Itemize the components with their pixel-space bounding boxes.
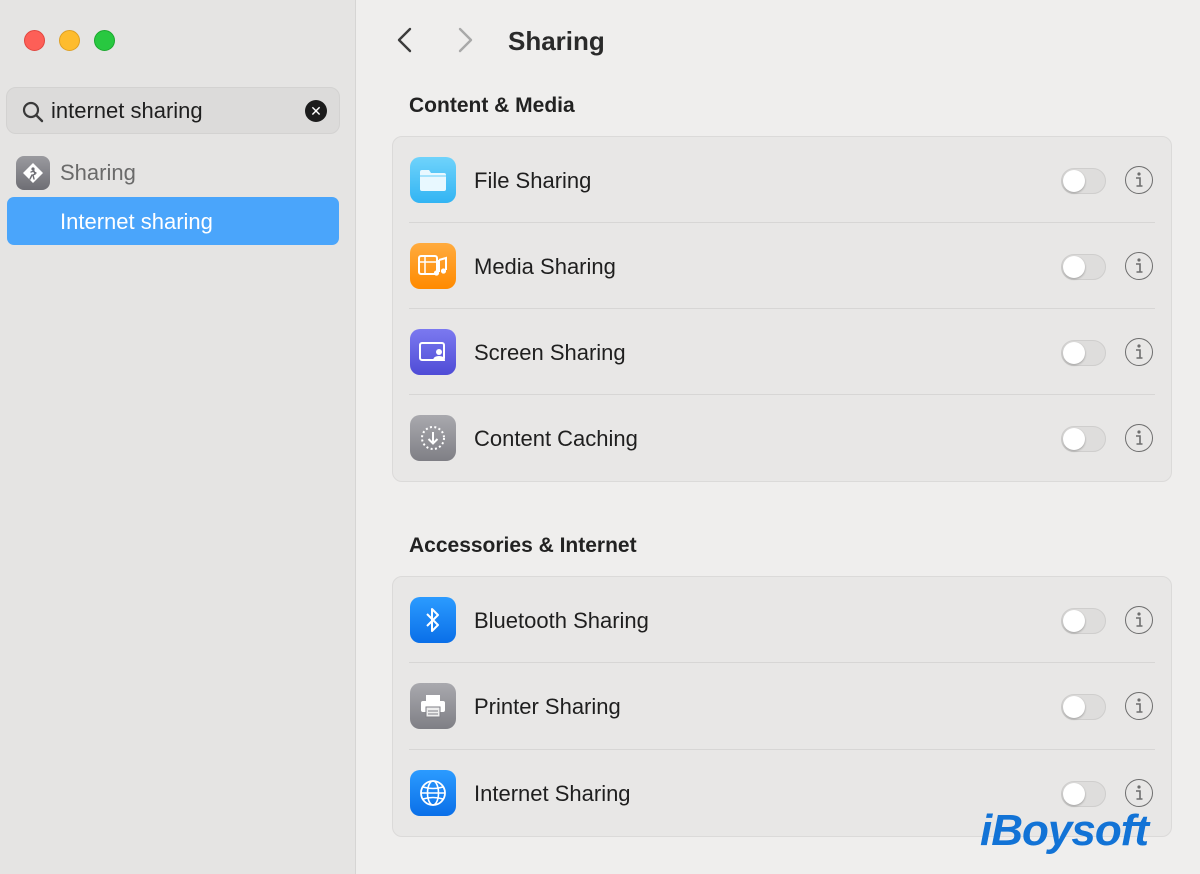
list-row-file-sharing[interactable]: File Sharing xyxy=(393,137,1171,223)
page-title: Sharing xyxy=(508,26,605,56)
info-icon[interactable] xyxy=(1125,424,1153,452)
sidebar-item-label: Internet sharing xyxy=(60,209,213,234)
watermark-logo: iBoysoft xyxy=(980,806,1149,855)
section-title-content-media: Content & Media xyxy=(409,94,575,117)
info-icon[interactable] xyxy=(1125,338,1153,366)
accessories-internet-group: Bluetooth Sharing Printer Sharing Intern… xyxy=(392,576,1172,837)
list-row-screen-sharing[interactable]: Screen Sharing xyxy=(393,309,1171,395)
toggle-knob xyxy=(1063,428,1085,450)
clear-search-icon[interactable]: ✕ xyxy=(305,100,327,122)
forward-icon[interactable] xyxy=(453,26,477,54)
screen-sharing-icon xyxy=(410,329,456,375)
list-row-media-sharing[interactable]: Media Sharing xyxy=(393,223,1171,309)
toggle-knob xyxy=(1063,610,1085,632)
printer-sharing-toggle[interactable] xyxy=(1061,694,1106,720)
content-media-group: File Sharing Media Sharing Screen Sharin… xyxy=(392,136,1172,482)
minimize-window-button[interactable] xyxy=(59,30,80,51)
sharing-icon xyxy=(16,156,50,190)
info-icon[interactable] xyxy=(1125,779,1153,807)
printer-icon xyxy=(410,683,456,729)
sidebar-item-label: Sharing xyxy=(60,160,136,185)
sidebar-item-internet-sharing[interactable]: Internet sharing xyxy=(7,197,339,245)
row-label: Media Sharing xyxy=(474,254,616,279)
toggle-knob xyxy=(1063,170,1085,192)
row-label: Screen Sharing xyxy=(474,340,626,365)
list-row-content-caching[interactable]: Content Caching xyxy=(393,395,1171,481)
list-row-printer-sharing[interactable]: Printer Sharing xyxy=(393,663,1171,750)
section-title-accessories-internet: Accessories & Internet xyxy=(409,534,637,557)
search-input[interactable] xyxy=(51,98,291,124)
download-icon xyxy=(410,415,456,461)
row-label: Bluetooth Sharing xyxy=(474,608,649,633)
media-icon xyxy=(410,243,456,289)
globe-icon xyxy=(410,770,456,816)
toggle-knob xyxy=(1063,342,1085,364)
info-icon[interactable] xyxy=(1125,166,1153,194)
row-label: File Sharing xyxy=(474,168,592,193)
media-sharing-toggle[interactable] xyxy=(1061,254,1106,280)
info-icon[interactable] xyxy=(1125,606,1153,634)
window-controls xyxy=(24,30,115,51)
maximize-window-button[interactable] xyxy=(94,30,115,51)
toggle-knob xyxy=(1063,783,1085,805)
row-label: Content Caching xyxy=(474,426,638,451)
sidebar: ✕ Sharing Internet sharing xyxy=(0,0,356,874)
bluetooth-icon xyxy=(410,597,456,643)
sidebar-item-sharing[interactable]: Sharing xyxy=(16,156,136,190)
close-window-button[interactable] xyxy=(24,30,45,51)
toggle-knob xyxy=(1063,696,1085,718)
main-pane: Sharing Content & Media File Sharing Med… xyxy=(357,0,1200,874)
back-icon[interactable] xyxy=(393,26,417,54)
search-field[interactable]: ✕ xyxy=(6,87,340,134)
row-label: Printer Sharing xyxy=(474,694,621,719)
info-icon[interactable] xyxy=(1125,692,1153,720)
toggle-knob xyxy=(1063,256,1085,278)
bluetooth-sharing-toggle[interactable] xyxy=(1061,608,1106,634)
list-row-bluetooth-sharing[interactable]: Bluetooth Sharing xyxy=(393,577,1171,663)
file-sharing-toggle[interactable] xyxy=(1061,168,1106,194)
internet-sharing-toggle[interactable] xyxy=(1061,781,1106,807)
search-icon xyxy=(22,101,44,123)
info-icon[interactable] xyxy=(1125,252,1153,280)
row-label: Internet Sharing xyxy=(474,781,631,806)
content-caching-toggle[interactable] xyxy=(1061,426,1106,452)
screen-sharing-toggle[interactable] xyxy=(1061,340,1106,366)
folder-icon xyxy=(410,157,456,203)
